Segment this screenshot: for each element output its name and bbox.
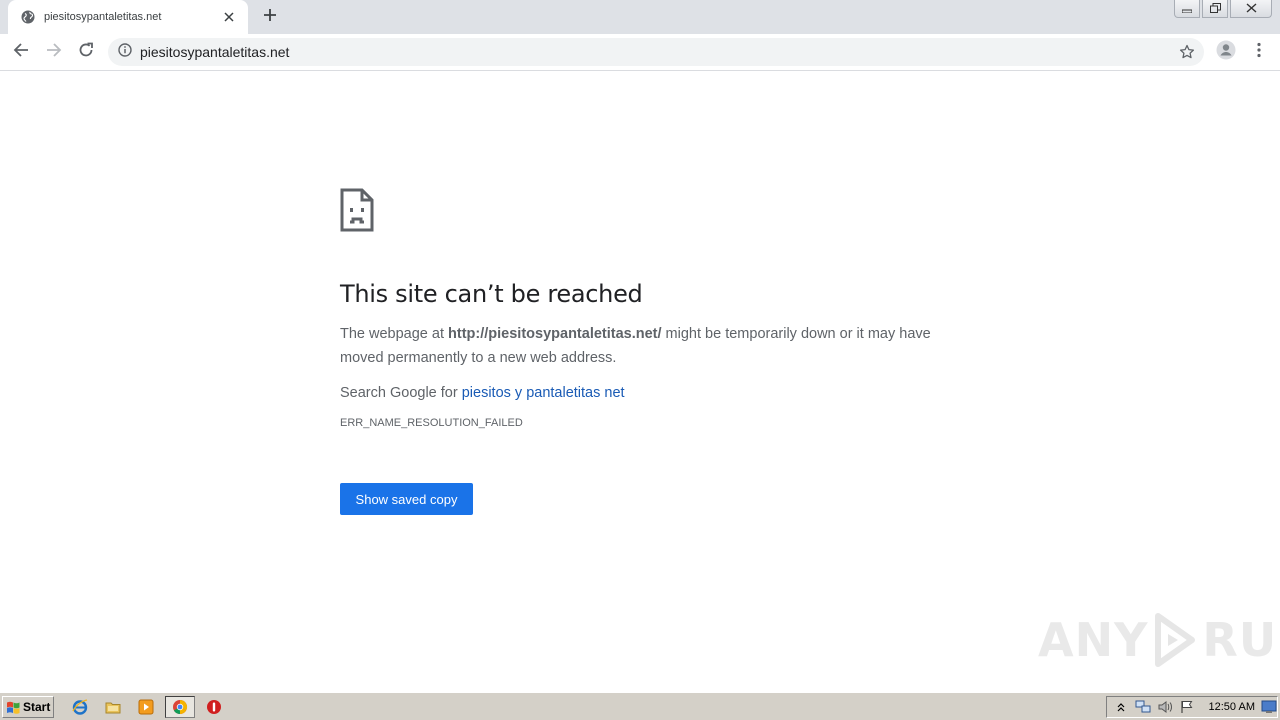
close-icon[interactable] — [220, 8, 238, 26]
media-player-icon[interactable] — [137, 698, 155, 716]
avatar-icon — [1216, 40, 1236, 65]
star-icon[interactable] — [1178, 43, 1196, 61]
stop-icon[interactable] — [205, 698, 223, 716]
new-tab-button[interactable] — [258, 6, 282, 28]
address-bar[interactable]: piesitosypantaletitas.net — [108, 38, 1204, 66]
error-code: ERR_NAME_RESOLUTION_FAILED — [340, 417, 523, 429]
watermark-right-text: RUN — [1202, 613, 1280, 667]
error-description-prefix: The webpage at — [340, 326, 449, 342]
address-text: piesitosypantaletitas.net — [140, 44, 290, 60]
ie-icon[interactable] — [71, 698, 89, 716]
flag-icon[interactable] — [1179, 699, 1195, 715]
chevron-up-icon[interactable] — [1113, 699, 1129, 715]
show-saved-copy-button[interactable]: Show saved copy — [340, 483, 473, 515]
clock[interactable]: 12:50 AM — [1209, 701, 1255, 713]
restore-button[interactable] — [1202, 0, 1228, 18]
browser-toolbar: piesitosypantaletitas.net — [0, 34, 1280, 71]
info-icon[interactable] — [118, 42, 132, 62]
play-icon — [1152, 612, 1198, 668]
forward-arrow-icon — [46, 42, 62, 63]
browser-tab[interactable]: piesitosypantaletitas.net — [8, 0, 248, 34]
globe-icon — [20, 9, 36, 25]
desktop-icon[interactable] — [1261, 699, 1277, 715]
anyrun-watermark: ANY RUN — [1038, 612, 1280, 668]
restore-icon — [1209, 0, 1221, 18]
chrome-icon[interactable] — [165, 696, 195, 718]
error-page: This site can’t be reached The webpage a… — [340, 188, 940, 515]
start-label: Start — [23, 700, 51, 714]
search-suggestion: Search Google for piesitos y pantaletita… — [340, 385, 940, 401]
plus-icon — [263, 8, 277, 27]
reload-icon — [78, 42, 94, 63]
window-controls — [1172, 0, 1272, 18]
system-tray: 12:50 AM — [1106, 696, 1278, 718]
volume-icon[interactable] — [1157, 699, 1173, 715]
search-google-link[interactable]: piesitos y pantaletitas net — [462, 385, 625, 401]
forward-button[interactable] — [41, 39, 67, 65]
tab-strip: piesitosypantaletitas.net — [0, 0, 1280, 34]
error-title: This site can’t be reached — [340, 280, 643, 308]
close-window-button[interactable] — [1230, 0, 1272, 18]
network-icon[interactable] — [1135, 699, 1151, 715]
kebab-menu-icon — [1257, 42, 1261, 63]
profile-button[interactable] — [1213, 39, 1239, 65]
error-url: http://piesitosypantaletitas.net/ — [448, 326, 662, 342]
reload-button[interactable] — [73, 39, 99, 65]
folder-icon[interactable] — [104, 698, 122, 716]
search-prefix: Search Google for — [340, 385, 462, 401]
taskbar: Start 12:50 AM — [0, 692, 1280, 720]
minimize-icon — [1181, 0, 1193, 18]
minimize-button[interactable] — [1174, 0, 1200, 18]
back-arrow-icon — [13, 42, 29, 63]
watermark-left-text: ANY — [1038, 613, 1149, 667]
close-icon — [1246, 0, 1257, 18]
error-description: The webpage at http://piesitosypantaleti… — [340, 322, 940, 370]
back-button[interactable] — [8, 39, 34, 65]
sad-page-icon — [340, 188, 374, 232]
start-button[interactable]: Start — [2, 696, 54, 718]
menu-button[interactable] — [1246, 39, 1272, 65]
tab-title: piesitosypantaletitas.net — [44, 11, 162, 23]
windows-flag-icon — [6, 700, 20, 714]
